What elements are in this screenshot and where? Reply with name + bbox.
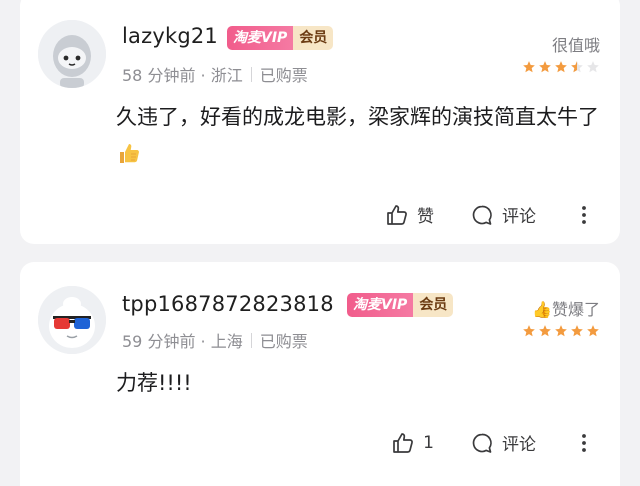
3d-glasses-avatar-icon: [38, 286, 106, 354]
post-time-location: 59 分钟前 · 上海: [122, 332, 243, 351]
thumbs-up-icon: [387, 204, 407, 225]
comment-text: 久违了，好看的成龙电影，梁家辉的演技简直太牛了: [116, 98, 606, 174]
meta-divider: [250, 332, 252, 348]
rating-label: 👍赞爆了: [532, 300, 600, 319]
star-rating: [522, 60, 600, 74]
comment-button[interactable]: 评论: [470, 430, 536, 455]
comment-card: tpp1687872823818 淘麦VIP 会员 59 分钟前 · 上海 已购…: [20, 262, 620, 486]
comment-button[interactable]: 评论: [470, 202, 536, 227]
member-badge-label: 会员: [413, 293, 454, 317]
comment-meta: 58 分钟前 · 浙江 已购票: [122, 62, 308, 86]
meta-divider: [250, 66, 252, 82]
post-time-location: 58 分钟前 · 浙江: [122, 66, 243, 85]
speech-bubble-icon: [472, 433, 492, 453]
more-vertical-icon: [582, 433, 586, 452]
comment-actions: 赞 评论: [385, 202, 596, 227]
member-badge-label: 会员: [293, 26, 334, 50]
speech-bubble-icon: [472, 205, 492, 225]
username[interactable]: tpp1687872823818: [122, 292, 334, 316]
comment-label: 评论: [502, 207, 536, 227]
star-icon: [555, 325, 567, 337]
star-icon: [539, 61, 551, 73]
like-count: 1: [423, 432, 434, 453]
thumbs-up-emoji-icon: [120, 144, 139, 163]
comment-body: 久违了，好看的成龙电影，梁家辉的演技简直太牛了: [116, 105, 599, 129]
star-icon: [555, 61, 567, 73]
star-rating: [522, 324, 600, 338]
more-options-button[interactable]: [572, 431, 596, 455]
vip-badge-label: 淘麦VIP: [347, 293, 414, 317]
avatar[interactable]: [38, 20, 106, 88]
vip-badge-label: 淘麦VIP: [227, 26, 294, 50]
purchase-status: 已购票: [259, 332, 308, 351]
more-options-button[interactable]: [572, 203, 596, 227]
more-vertical-icon: [582, 205, 586, 224]
robot-avatar-icon: [38, 20, 106, 88]
vip-member-badge: 淘麦VIP 会员: [347, 293, 454, 317]
comment-body: 力荐!!!!: [116, 371, 192, 395]
star-icon: [539, 325, 551, 337]
like-label: 赞: [417, 207, 434, 227]
like-button[interactable]: 赞: [385, 202, 434, 227]
comment-label: 评论: [502, 435, 536, 455]
purchase-status: 已购票: [259, 66, 308, 85]
empty-star-icon: [587, 61, 599, 73]
half-star-icon: [571, 61, 583, 73]
rating-label: 很值哦: [551, 36, 600, 55]
star-icon: [587, 325, 599, 337]
comment-card: lazykg21 淘麦VIP 会员 58 分钟前 · 浙江 已购票 很值哦 久违…: [20, 0, 620, 244]
thumbs-up-icon: [393, 432, 414, 453]
comment-meta: 59 分钟前 · 上海 已购票: [122, 328, 308, 352]
star-icon: [523, 325, 535, 337]
username[interactable]: lazykg21: [122, 24, 218, 48]
avatar[interactable]: [38, 286, 106, 354]
vip-member-badge: 淘麦VIP 会员: [227, 26, 334, 50]
star-icon: [571, 325, 583, 337]
star-icon: [523, 61, 535, 73]
comment-actions: 1 评论: [391, 430, 596, 455]
like-button[interactable]: 1: [391, 431, 434, 455]
comment-text: 力荐!!!!: [116, 364, 606, 402]
